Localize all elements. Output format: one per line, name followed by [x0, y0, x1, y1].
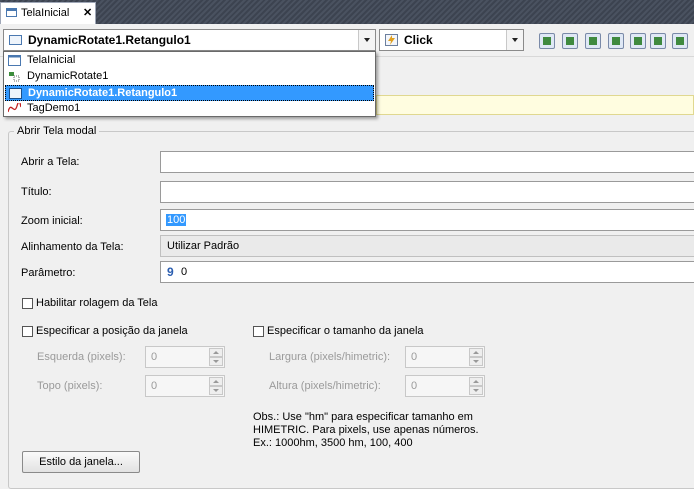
- event-select-value: Click: [404, 33, 433, 47]
- move-up-icon[interactable]: [630, 33, 646, 49]
- list-item-label: DynamicRotate1.Retangulo1: [28, 87, 178, 99]
- window-icon: [8, 55, 21, 66]
- object-select[interactable]: DynamicRotate1.Retangulo1: [3, 29, 376, 51]
- esquerda-stepper[interactable]: 0: [145, 346, 225, 368]
- insert-window-icon[interactable]: [585, 33, 601, 49]
- tab-label: TelaInicial: [21, 7, 70, 19]
- spin-down-icon[interactable]: [209, 386, 223, 395]
- posicao-label: Especificar a posição da janela: [36, 325, 188, 337]
- list-item-label: TelaInicial: [27, 54, 76, 66]
- posicao-checkbox[interactable]: [22, 326, 33, 337]
- esquerda-label: Esquerda (pixels):: [37, 351, 126, 363]
- list-item-label: DynamicRotate1: [27, 70, 109, 82]
- add-script-icon[interactable]: [539, 33, 555, 49]
- alinhamento-label: Alinhamento da Tela:: [21, 241, 124, 253]
- object-dropdown-list: TelaInicial DynamicRotate1 DynamicRotate…: [3, 51, 376, 117]
- group-title: Abrir Tela modal: [14, 125, 100, 137]
- info-strip: [376, 95, 694, 115]
- event-flash-icon: [385, 34, 398, 46]
- delete-icon[interactable]: [650, 33, 666, 49]
- rectangle-icon: [9, 88, 22, 99]
- obs-line: HIMETRIC. Para pixels, use apenas número…: [253, 424, 479, 436]
- spin-up-icon[interactable]: [209, 377, 223, 386]
- spin-down-icon[interactable]: [469, 386, 483, 395]
- rolagem-label: Habilitar rolagem da Tela: [36, 297, 158, 309]
- largura-label: Largura (pixels/himetric):: [269, 351, 391, 363]
- largura-stepper[interactable]: 0: [405, 346, 485, 368]
- alinhamento-value: Utilizar Padrão: [167, 240, 240, 252]
- parametro-label: Parâmetro:: [21, 267, 76, 279]
- insert-pick-icon[interactable]: [562, 33, 578, 49]
- spin-up-icon[interactable]: [469, 348, 483, 357]
- tab-telainicial[interactable]: TelaInicial ✕: [0, 2, 96, 24]
- chevron-down-icon[interactable]: [358, 30, 375, 50]
- event-select[interactable]: Click: [379, 29, 524, 51]
- tag-wave-icon: [8, 103, 21, 113]
- altura-label: Altura (pixels/himetric):: [269, 380, 381, 392]
- alinhamento-select[interactable]: Utilizar Padrão: [160, 235, 694, 257]
- obs-line: Obs.: Use "hm" para especificar tamanho …: [253, 411, 473, 423]
- insert-tag-icon[interactable]: [608, 33, 624, 49]
- object-select-value: DynamicRotate1.Retangulo1: [28, 33, 191, 47]
- titulo-input[interactable]: [160, 181, 694, 203]
- spin-down-icon[interactable]: [469, 357, 483, 366]
- parametro-value: 0: [181, 266, 188, 278]
- spin-up-icon[interactable]: [469, 377, 483, 386]
- obs-line: Ex.: 1000hm, 3500 hm, 100, 400: [253, 437, 413, 449]
- zoom-input[interactable]: 100: [160, 209, 694, 231]
- number-type-icon: 9: [167, 265, 174, 279]
- spin-up-icon[interactable]: [209, 348, 223, 357]
- close-icon[interactable]: ✕: [83, 6, 92, 19]
- topo-stepper[interactable]: 0: [145, 375, 225, 397]
- topo-label: Topo (pixels):: [37, 380, 103, 392]
- chevron-down-icon[interactable]: [506, 30, 523, 50]
- list-item[interactable]: TelaInicial: [5, 53, 374, 69]
- esquerda-value: 0: [151, 351, 158, 363]
- spin-down-icon[interactable]: [209, 357, 223, 366]
- zoom-value: 100: [166, 214, 187, 226]
- tamanho-label: Especificar o tamanho da janela: [267, 325, 424, 337]
- titulo-label: Título:: [21, 186, 52, 198]
- dynamic-rotate-icon: [9, 72, 20, 82]
- abrir-label: Abrir a Tela:: [21, 156, 80, 168]
- list-item-label: TagDemo1: [27, 102, 81, 114]
- obs-note: Obs.: Use "hm" para especificar tamanho …: [253, 411, 513, 450]
- rolagem-checkbox[interactable]: [22, 298, 33, 309]
- document-tab-strip: [0, 0, 694, 24]
- list-item[interactable]: DynamicRotate1: [5, 69, 374, 85]
- window-icon: [6, 8, 17, 17]
- tamanho-checkbox[interactable]: [253, 326, 264, 337]
- estilo-janela-button[interactable]: Estilo da janela...: [22, 451, 140, 473]
- rectangle-icon: [9, 35, 22, 45]
- parametro-input[interactable]: 9 0: [160, 261, 694, 283]
- altura-stepper[interactable]: 0: [405, 375, 485, 397]
- list-item-selected[interactable]: DynamicRotate1.Retangulo1: [5, 85, 374, 101]
- list-item[interactable]: TagDemo1: [5, 101, 374, 117]
- altura-value: 0: [411, 380, 418, 392]
- print-icon[interactable]: [672, 33, 688, 49]
- largura-value: 0: [411, 351, 418, 363]
- abrir-tela-input[interactable]: [160, 151, 694, 173]
- zoom-label: Zoom inicial:: [21, 215, 83, 227]
- topo-value: 0: [151, 380, 158, 392]
